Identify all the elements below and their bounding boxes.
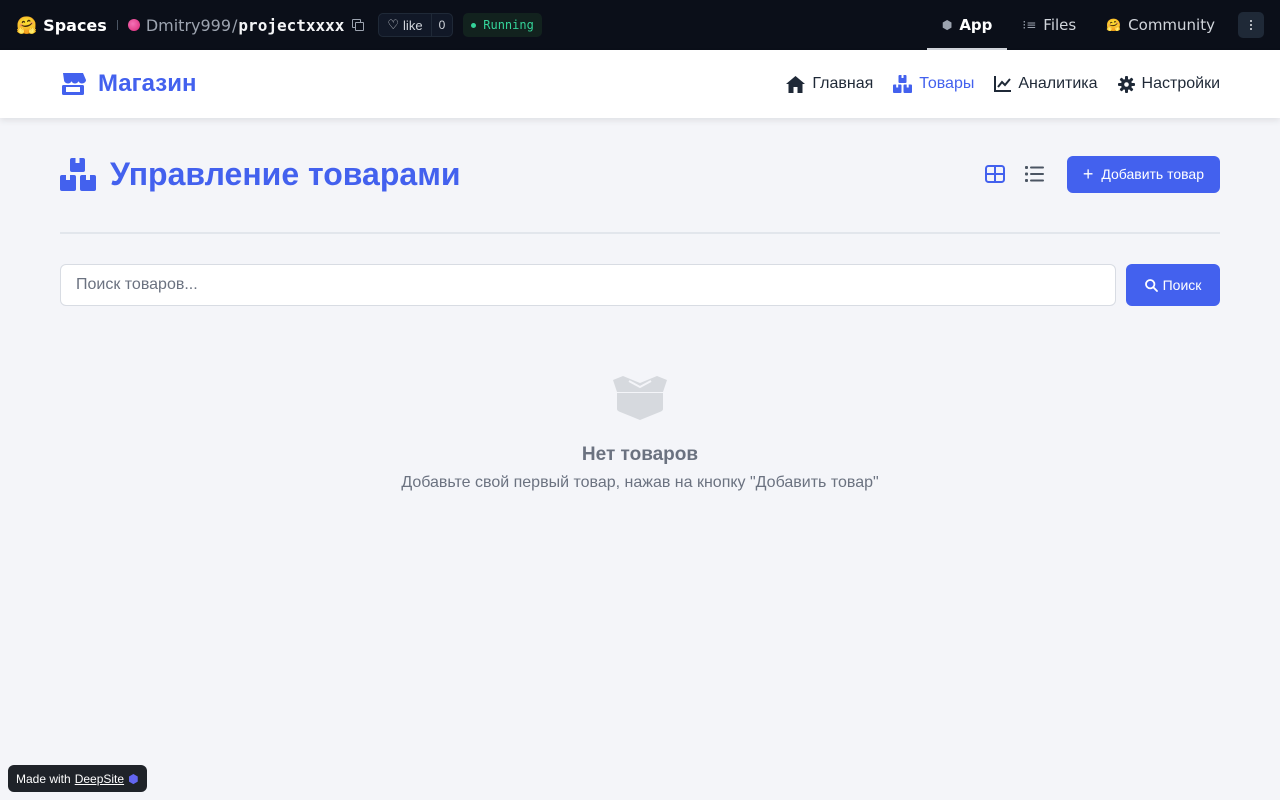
search-button-label: Поиск: [1162, 277, 1202, 293]
nav-item-home[interactable]: Главная: [786, 75, 873, 93]
search-icon: [1144, 278, 1163, 292]
nav-item-label: Аналитика: [1018, 75, 1098, 92]
main-content: Управление товарами + Добавить товар Пои…: [60, 118, 1220, 492]
plus-icon: +: [1082, 164, 1094, 184]
space-tabs: ⬢ App ⁝≡ Files 🤗 Community: [926, 0, 1280, 50]
cube-icon: ⬢: [941, 18, 953, 32]
chart-line-icon: [994, 76, 1012, 92]
search-button[interactable]: Поиск: [1126, 264, 1220, 306]
tab-app[interactable]: ⬢ App: [926, 0, 1008, 50]
heart-icon: ♡: [387, 17, 400, 32]
empty-state-subtitle: Добавьте свой первый товар, нажав на кно…: [401, 474, 879, 491]
main-nav: Главная Товары Аналитика Настройки: [786, 75, 1220, 93]
add-product-button[interactable]: + Добавить товар: [1066, 155, 1220, 193]
divider: [116, 20, 118, 30]
like-widget: ♡ like 0: [378, 13, 454, 37]
user-avatar[interactable]: [127, 19, 140, 31]
grid-icon: [984, 165, 1005, 183]
grid-view-button[interactable]: [979, 158, 1011, 190]
user-link[interactable]: Dmitry999: [146, 16, 231, 35]
files-icon: ⁝≡: [1022, 18, 1037, 32]
empty-state-title: Нет товаров: [581, 444, 699, 465]
list-icon: [1025, 166, 1045, 182]
page-header: Управление товарами + Добавить товар: [60, 118, 1220, 234]
search-bar: Поиск: [60, 264, 1220, 306]
huggingface-logo-icon[interactable]: 🤗: [16, 17, 37, 34]
tab-files[interactable]: ⁝≡ Files: [1007, 0, 1091, 50]
like-count[interactable]: 0: [432, 18, 453, 32]
repo-link[interactable]: projectxxxx: [238, 16, 344, 35]
page-title-text: Управление товарами: [110, 155, 461, 192]
nav-item-products[interactable]: Товары: [893, 75, 974, 93]
app-navbar: Магазин Главная Товары Аналитика Настрой…: [0, 50, 1280, 118]
tab-app-label: App: [959, 16, 993, 34]
search-input[interactable]: [60, 264, 1116, 306]
boxes-icon: [60, 157, 96, 191]
tab-community[interactable]: 🤗 Community: [1091, 0, 1230, 50]
deepsite-logo-icon: ⬢: [128, 771, 139, 786]
store-icon: [60, 72, 86, 96]
brand-name: Магазин: [98, 70, 197, 97]
community-icon: 🤗: [1106, 18, 1122, 32]
nav-item-settings[interactable]: Настройки: [1117, 75, 1220, 93]
path-separator: /: [232, 15, 238, 35]
nav-item-analytics[interactable]: Аналитика: [994, 75, 1098, 93]
brand-link[interactable]: Магазин: [60, 70, 196, 98]
list-view-button[interactable]: [1019, 158, 1051, 190]
tab-files-label: Files: [1043, 16, 1077, 34]
copy-icon[interactable]: [352, 19, 365, 31]
empty-state: Нет товаров Добавьте свой первый товар, …: [60, 376, 1220, 492]
status-label: Running: [483, 18, 534, 32]
nav-item-label: Товары: [919, 75, 975, 92]
header-actions: + Добавить товар: [979, 155, 1220, 193]
badge-prefix: Made with: [16, 771, 71, 786]
page-title: Управление товарами: [60, 156, 461, 193]
like-label: like: [403, 17, 423, 33]
like-button[interactable]: ♡ like: [379, 14, 432, 36]
more-menu-icon[interactable]: [1238, 12, 1264, 38]
status-badge: Running: [463, 13, 542, 37]
spaces-link[interactable]: Spaces: [43, 16, 107, 35]
gear-icon: [1117, 75, 1135, 93]
boxes-icon: [893, 75, 913, 93]
open-box-icon: [611, 376, 669, 420]
add-product-label: Добавить товар: [1101, 166, 1204, 182]
tab-community-label: Community: [1128, 16, 1215, 34]
status-dot-icon: [471, 22, 477, 28]
deepsite-link[interactable]: DeepSite: [75, 772, 124, 786]
home-icon: [786, 75, 806, 93]
nav-item-label: Главная: [812, 75, 874, 92]
spaces-topbar: 🤗 Spaces Dmitry999 / projectxxxx ♡ like …: [0, 0, 1280, 50]
made-with-badge: Made with DeepSite ⬢: [8, 765, 147, 792]
nav-item-label: Настройки: [1141, 75, 1220, 92]
